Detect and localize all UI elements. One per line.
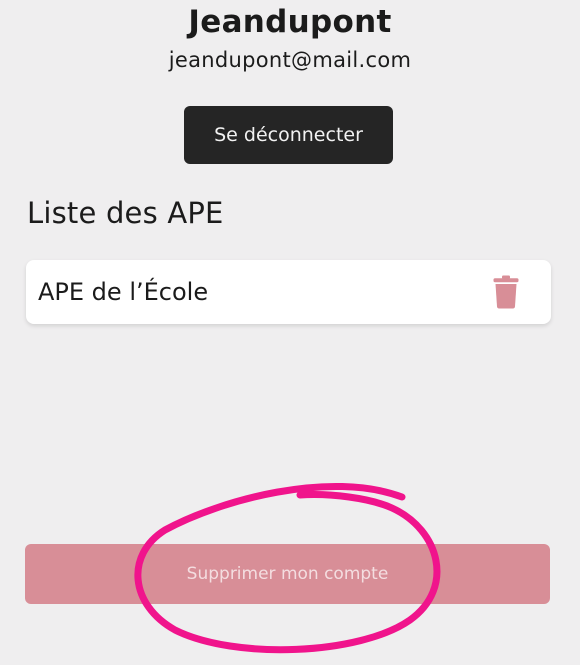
ape-list-title: Liste des APE (27, 196, 224, 230)
profile-username: Jeandupont (188, 4, 392, 40)
ape-name: APE de l’École (38, 278, 209, 306)
trash-icon[interactable] (493, 275, 519, 309)
delete-account-button[interactable]: Supprimer mon compte (25, 544, 550, 604)
logout-button[interactable]: Se déconnecter (184, 106, 393, 164)
ape-list-item: APE de l’École (26, 260, 551, 324)
profile-email: jeandupont@mail.com (168, 48, 412, 72)
